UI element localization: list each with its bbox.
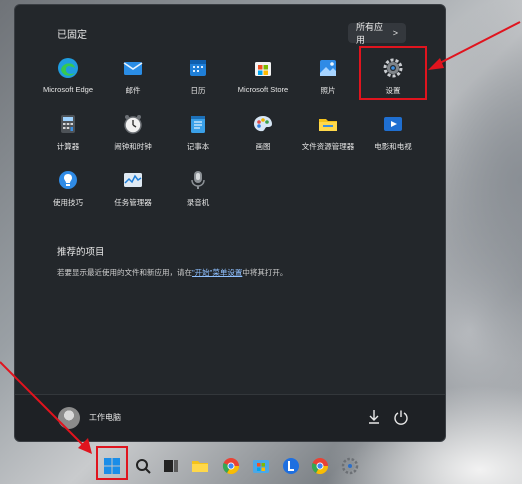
arrow-to-settings (428, 21, 521, 70)
browser-l-icon[interactable] (282, 457, 300, 475)
clock-icon (122, 113, 144, 135)
mail-icon (122, 57, 144, 79)
movies-tv-icon (382, 113, 404, 135)
store-icon (252, 57, 274, 79)
task-manager-icon (122, 169, 144, 191)
app-label: 使用技巧 (53, 198, 83, 207)
power-icon[interactable] (393, 409, 409, 425)
chevron-right-icon: > (392, 28, 398, 38)
paint-icon (252, 113, 274, 135)
task-view-icon[interactable] (162, 457, 180, 475)
tips-icon (57, 169, 79, 191)
file-explorer-icon[interactable] (191, 457, 209, 475)
recommended-desc-text: 若要显示最近使用的文件和新应用，请在 (57, 268, 192, 277)
search-icon[interactable] (134, 457, 152, 475)
photos-icon (317, 57, 339, 79)
start-button-highlight-box (96, 446, 128, 480)
all-apps-label: 所有应用 (356, 22, 384, 45)
app-label: 电影和电视 (374, 142, 412, 151)
edge-icon (57, 57, 79, 79)
app-label: 录音机 (186, 198, 210, 207)
file-explorer-icon (317, 113, 339, 135)
store-icon[interactable] (252, 457, 270, 475)
app-label: 日历 (190, 86, 206, 95)
settings-gear-icon[interactable] (341, 457, 359, 475)
app-label: Microsoft Store (237, 85, 289, 94)
arrow-to-start (0, 361, 92, 454)
calendar-icon (187, 57, 209, 79)
app-label: 记事本 (186, 142, 210, 151)
download-icon[interactable] (367, 409, 381, 425)
notepad-icon (187, 113, 209, 135)
recommended-section-title: 推荐的项目 (57, 247, 105, 258)
app-label: 邮件 (125, 86, 141, 95)
chrome-icon[interactable] (222, 457, 240, 475)
app-label: 计算器 (56, 142, 80, 151)
calculator-icon (57, 113, 79, 135)
voice-recorder-icon (187, 169, 209, 191)
recommended-description: 若要显示最近使用的文件和新应用，请在"开始"菜单设置中将其打开。 (57, 267, 287, 278)
app-label: 画图 (255, 142, 271, 151)
start-menu-settings-link[interactable]: "开始"菜单设置 (192, 268, 242, 277)
pinned-section-title: 已固定 (57, 30, 87, 41)
app-label: 照片 (320, 86, 336, 95)
pinned-app-voice-recorder[interactable]: 录音机 (158, 165, 238, 215)
app-label: Microsoft Edge (42, 85, 94, 94)
settings-highlight-box (359, 46, 427, 100)
all-apps-button[interactable]: 所有应用 > (348, 22, 406, 45)
recommended-desc-text-end: 中将其打开。 (242, 268, 288, 277)
app-label: 任务管理器 (114, 198, 152, 207)
app-label: 文件资源管理器 (301, 142, 355, 151)
chrome-icon[interactable] (311, 457, 329, 475)
pinned-app-movies-tv[interactable]: 电影和电视 (353, 109, 433, 159)
app-label: 闹钟和时钟 (114, 142, 152, 151)
